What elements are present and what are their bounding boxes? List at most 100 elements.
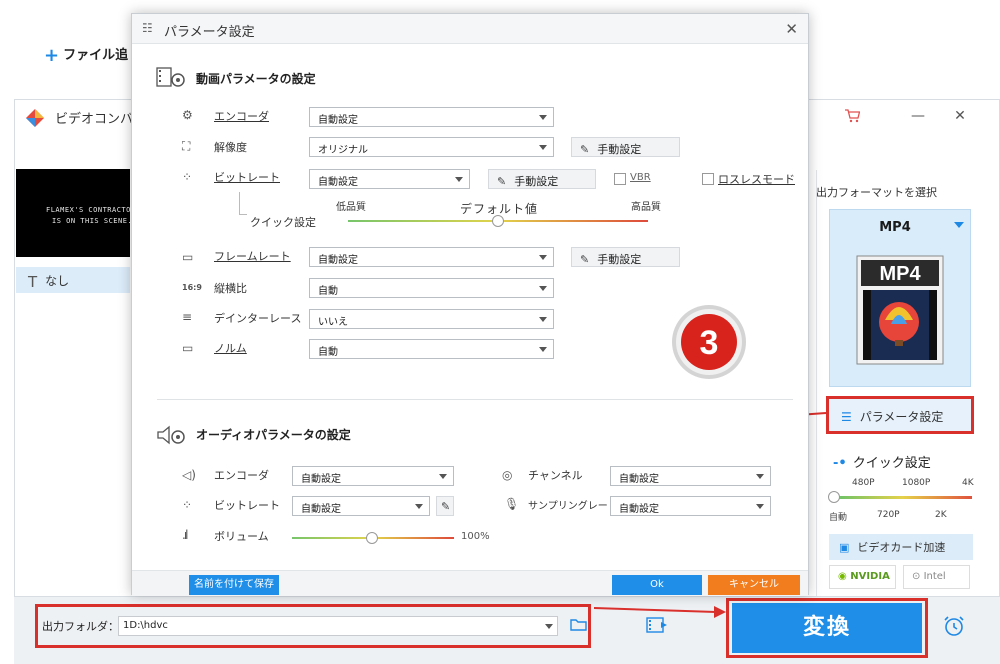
tree-line xyxy=(239,192,240,214)
quick-label-1080p: 1080P xyxy=(902,478,931,488)
cancel-button[interactable]: キャンセル xyxy=(708,575,800,595)
channel-icon: ◎ xyxy=(502,468,513,482)
volume-slider-knob[interactable] xyxy=(366,532,378,544)
video-section-title: 動画パラメータの設定 xyxy=(196,72,316,86)
annotation-arrow-convert xyxy=(593,606,726,618)
norm-select[interactable]: 自動 xyxy=(309,339,554,359)
quick-label-480p: 480P xyxy=(852,478,875,488)
video-thumbnail[interactable]: FLAMEX'S CONTRACTOR IS ON THIS SCENE. xyxy=(16,169,130,257)
folder-open-icon[interactable] xyxy=(570,618,588,632)
dialog-title: パラメータ設定 xyxy=(164,25,255,40)
pencil-icon: ✎ xyxy=(441,500,451,513)
intel-label: Intel xyxy=(923,571,946,582)
volume-icon: .ıl xyxy=(182,528,189,542)
quick-setting-title: -• クイック設定 xyxy=(833,452,931,471)
aspect-ratio-label: 縦横比 xyxy=(214,282,247,295)
channel-select[interactable]: 自動設定 xyxy=(610,466,771,486)
deinterlace-select[interactable]: いいえ xyxy=(309,309,554,329)
nvidia-icon: ◉ xyxy=(838,571,851,582)
samplerate-select[interactable]: 自動設定 xyxy=(610,496,771,516)
output-folder-dropdown-icon[interactable] xyxy=(545,624,553,629)
intel-icon: ⊙ xyxy=(912,571,924,582)
output-format-selector[interactable]: MP4 MP4 xyxy=(829,209,971,387)
resolution-label: 解像度 xyxy=(214,141,247,154)
bitrate-label[interactable]: ビットレート xyxy=(214,169,280,185)
audio-encoder-select[interactable]: 自動設定 xyxy=(292,466,454,486)
deinterlace-icon: ≡ xyxy=(182,310,193,324)
audio-bitrate-edit-button[interactable]: ✎ xyxy=(436,496,454,516)
sliders-icon: ☰ xyxy=(841,410,852,424)
alarm-clock-icon[interactable] xyxy=(942,614,966,638)
lossless-label: ロスレスモード xyxy=(718,173,795,186)
quick-setting-slider[interactable] xyxy=(834,496,972,499)
parameter-settings-label: パラメータ設定 xyxy=(859,410,944,424)
framerate-select[interactable]: 自動設定 xyxy=(309,247,554,267)
output-folder-input[interactable]: 1D:\hdvc xyxy=(118,616,558,636)
ok-button[interactable]: Ok xyxy=(612,575,702,595)
audio-settings-icon xyxy=(157,425,185,445)
save-as-button[interactable]: 名前を付けて保存 xyxy=(189,575,279,595)
resolution-select[interactable]: オリジナル xyxy=(309,137,554,157)
add-file-button[interactable]: + ファイル追 xyxy=(44,44,128,66)
close-window-button[interactable]: ✕ xyxy=(952,108,968,124)
subtitle-selector[interactable]: T なし xyxy=(16,267,130,293)
volume-label: ボリューム xyxy=(214,530,269,543)
quality-high-label: 高品質 xyxy=(631,202,661,213)
gpu-acceleration-label: ビデオカード加速 xyxy=(857,541,946,554)
audio-bitrate-icon: ⁘ xyxy=(182,498,193,512)
text-icon: T xyxy=(28,273,38,291)
encoder-label[interactable]: エンコーダ xyxy=(214,108,269,124)
quick-setting-icon: -• xyxy=(833,456,847,471)
parameter-dialog: ☷ パラメータ設定 ✕ 動画パラメータの設定 ⚙ エンコーダ 自動設定 ⛶ 解像… xyxy=(131,13,809,596)
intel-toggle[interactable]: ⊙ Intel xyxy=(903,565,970,589)
pencil-icon: ✎ xyxy=(580,143,590,156)
output-folder-value: 1D:\hdvc xyxy=(123,620,168,631)
section-divider xyxy=(157,399,793,400)
norm-label[interactable]: ノルム xyxy=(214,340,247,356)
minimize-button[interactable]: — xyxy=(910,108,926,124)
subtitle-value: なし xyxy=(45,274,70,288)
monitor-icon: ▭ xyxy=(182,341,194,355)
tree-line xyxy=(239,214,247,215)
quality-low-label: 低品質 xyxy=(336,202,366,213)
framerate-label[interactable]: フレームレート xyxy=(214,248,291,264)
encoder-select[interactable]: 自動設定 xyxy=(309,107,554,127)
plus-icon: + xyxy=(44,45,60,66)
speaker-icon: ◁) xyxy=(182,468,196,482)
quick-label-4k: 4K xyxy=(962,478,974,488)
quick-label-720p: 720P xyxy=(877,510,900,520)
video-settings-icon xyxy=(156,67,185,87)
manual-setting-label: 手動設定 xyxy=(597,253,642,266)
nvidia-toggle[interactable]: ◉ NVIDIA xyxy=(829,565,896,589)
cart-icon[interactable] xyxy=(844,108,861,128)
bitrate-select[interactable]: 自動設定 xyxy=(309,169,470,189)
vbr-checkbox[interactable] xyxy=(614,173,626,185)
dialog-titlebar: ☷ パラメータ設定 ✕ xyxy=(132,14,808,44)
aspect-ratio-icon: 16:9 xyxy=(182,283,202,292)
quick-label-auto: 自動 xyxy=(829,513,848,523)
quick-setting-knob[interactable] xyxy=(828,491,840,503)
audio-bitrate-select[interactable]: 自動設定 xyxy=(292,496,430,516)
resolution-manual-button[interactable]: ✎ 手動設定 xyxy=(571,137,680,157)
output-format-caption: 出力フォーマットを選択 xyxy=(816,186,937,199)
quick-label-2k: 2K xyxy=(935,510,947,520)
settings-sliders-icon: ☷ xyxy=(142,21,153,35)
dialog-close-button[interactable]: ✕ xyxy=(785,20,798,38)
bitrate-manual-button[interactable]: ✎ 手動設定 xyxy=(488,169,596,189)
vbr-label: VBR xyxy=(630,172,651,183)
parameter-settings-button[interactable]: ☰ パラメータ設定 xyxy=(826,396,974,434)
framerate-manual-button[interactable]: ✎ 手動設定 xyxy=(571,247,680,267)
aspect-ratio-select[interactable]: 自動 xyxy=(309,278,554,298)
mp4-format-icon: MP4 xyxy=(856,255,944,365)
pencil-icon: ✎ xyxy=(497,175,507,188)
quality-slider-knob[interactable] xyxy=(492,215,504,227)
step-number-text: 3 xyxy=(700,324,719,362)
encoder-icon: ⚙ xyxy=(182,108,193,122)
gpu-acceleration-button[interactable]: ▣ ビデオカード加速 xyxy=(829,534,973,560)
thumbnail-text-1: FLAMEX'S CONTRACTOR xyxy=(46,206,130,214)
nvidia-label: NVIDIA xyxy=(850,571,890,582)
deinterlace-label: デインターレース xyxy=(214,312,302,325)
output-folder-label: 出力フォルダ： xyxy=(42,620,119,633)
lossless-checkbox[interactable] xyxy=(702,173,714,185)
convert-button[interactable]: 変換 xyxy=(732,603,922,653)
